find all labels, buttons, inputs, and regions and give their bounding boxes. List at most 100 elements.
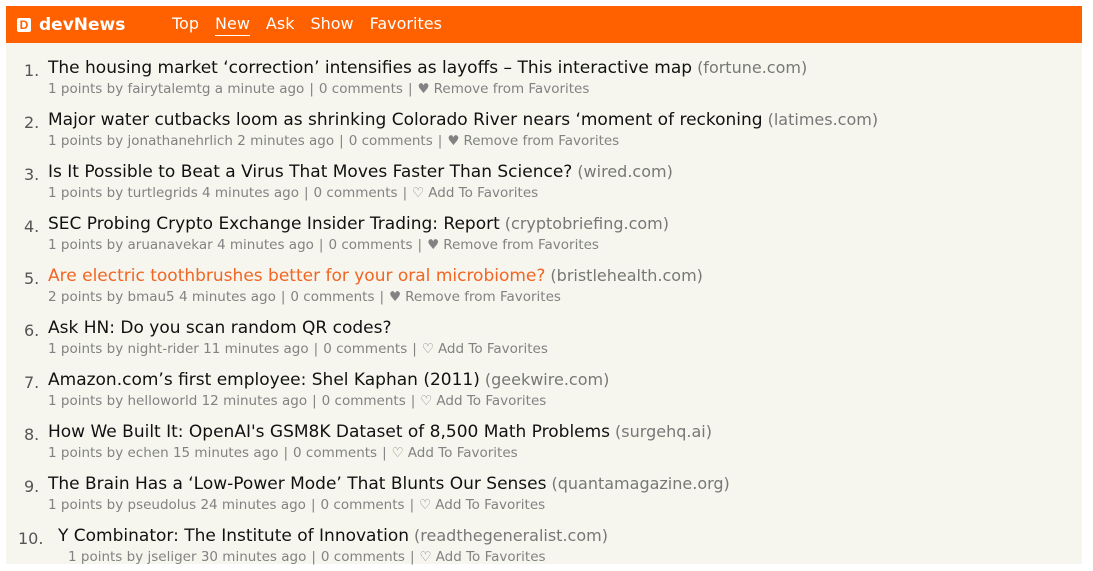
favorite-toggle[interactable]: ♡ Add To Favorites — [420, 549, 546, 565]
favorite-toggle[interactable]: ♥ Remove from Favorites — [418, 81, 590, 97]
nav-ask[interactable]: Ask — [266, 14, 295, 35]
favorite-toggle[interactable]: ♡ Add To Favorites — [419, 497, 545, 513]
nav-favorites[interactable]: Favorites — [370, 14, 442, 35]
devnews-logo-icon[interactable]: D — [17, 17, 31, 32]
meta-separator: | — [412, 341, 417, 357]
story-domain-link[interactable]: (latimes.com) — [768, 110, 878, 129]
story-comments-link[interactable]: 0 comments — [321, 549, 405, 565]
favorite-toggle[interactable]: ♡ Add To Favorites — [420, 393, 546, 409]
nav-show[interactable]: Show — [310, 14, 353, 35]
story-comments-link[interactable]: 0 comments — [322, 393, 406, 409]
nav-new[interactable]: New — [215, 14, 250, 36]
news-page: D devNews Top New Ask Show Favorites 1. T… — [6, 6, 1082, 565]
story-time-link[interactable]: 4 minutes ago — [217, 237, 314, 253]
favorite-toggle[interactable]: ♡ Add To Favorites — [422, 341, 548, 357]
story-user-link[interactable]: turtlegrids — [128, 185, 198, 201]
story-rank: 6. — [24, 321, 40, 340]
story-title-line: Amazon.com’s first employee: Shel Kaphan… — [48, 370, 609, 390]
story-comments-link[interactable]: 0 comments — [349, 133, 433, 149]
favorite-label: Add To Favorites — [435, 549, 546, 565]
story-comments-link[interactable]: 0 comments — [319, 81, 403, 97]
story-domain-link[interactable]: (quantamagazine.org) — [551, 474, 729, 493]
story-meta: 2 points by bmau5 4 minutes ago | 0 commen… — [48, 289, 561, 305]
story-user-link[interactable]: aruanavekar — [128, 237, 213, 253]
favorite-toggle[interactable]: ♥ Remove from Favorites — [427, 237, 599, 253]
story-meta: 1 points by helloworld 12 minutes ago | 0 … — [48, 393, 547, 409]
story-domain-link[interactable]: (surgehq.ai) — [615, 422, 712, 441]
story-user-link[interactable]: jseliger — [148, 549, 197, 565]
story-title-line: Is It Possible to Beat a Virus That Move… — [48, 162, 673, 182]
brand[interactable]: D devNews — [17, 15, 172, 35]
story-domain-link[interactable]: (fortune.com) — [697, 58, 807, 77]
story-time-link[interactable]: 2 minutes ago — [237, 133, 334, 149]
story-title-link[interactable]: The Brain Has a ‘Low-Power Mode’ That Bl… — [48, 474, 546, 494]
meta-separator: | — [407, 81, 413, 97]
favorite-toggle[interactable]: ♡ Add To Favorites — [392, 445, 518, 461]
brand-name[interactable]: devNews — [39, 15, 125, 35]
story-user-link[interactable]: jonathanehrlich — [128, 133, 233, 149]
story-comments-link[interactable]: 0 comments — [323, 341, 407, 357]
story-title-link[interactable]: Amazon.com’s first employee: Shel Kaphan… — [48, 370, 480, 390]
meta-separator: | — [437, 133, 443, 149]
favorite-toggle[interactable]: ♡ Add To Favorites — [412, 185, 538, 201]
story-title-link[interactable]: SEC Probing Crypto Exchange Insider Trad… — [48, 214, 500, 234]
story-title-link[interactable]: Major water cutbacks loom as shrinking C… — [48, 110, 763, 130]
story-title-link[interactable]: Is It Possible to Beat a Virus That Move… — [48, 162, 572, 182]
story-time-link[interactable]: a minute ago — [215, 81, 305, 97]
story-time-link[interactable]: 30 minutes ago — [201, 549, 307, 565]
story-title-link[interactable]: The housing market ‘correction’ intensif… — [48, 58, 692, 78]
meta-separator: | — [409, 497, 415, 513]
story-title-link[interactable]: Y Combinator: The Institute of Innovatio… — [58, 526, 409, 546]
story-time-link[interactable]: 4 minutes ago — [179, 289, 276, 305]
story-comments-link[interactable]: 0 comments — [290, 289, 374, 305]
story-title-line: Y Combinator: The Institute of Innovatio… — [58, 526, 608, 546]
story-user-link[interactable]: fairytalemtg — [128, 81, 211, 97]
story-rank: 4. — [24, 217, 40, 236]
story-title-link[interactable]: How We Built It: OpenAI's GSM8K Dataset … — [48, 422, 610, 442]
nav-top[interactable]: Top — [172, 14, 199, 35]
story-points: 1 points — [48, 341, 103, 357]
story-domain-link[interactable]: (geekwire.com) — [485, 370, 609, 389]
favorite-toggle[interactable]: ♥ Remove from Favorites — [447, 133, 619, 149]
story-comments-link[interactable]: 0 comments — [314, 185, 398, 201]
story-meta: 1 points by jonathanehrlich 2 minutes ag… — [48, 133, 620, 149]
story-time-link[interactable]: 15 minutes ago — [173, 445, 279, 461]
meta-separator: | — [409, 549, 415, 565]
story-meta: 1 points by night-rider 11 minutes ago | 0… — [48, 341, 548, 357]
story-title-link[interactable]: Are electric toothbrushes better for you… — [48, 266, 545, 286]
story-time-link[interactable]: 4 minutes ago — [202, 185, 299, 201]
heart-outline-icon: ♡ — [412, 185, 425, 201]
story-time-link[interactable]: 12 minutes ago — [202, 393, 308, 409]
story-points: 1 points — [48, 237, 103, 253]
story-row: 9. The Brain Has a ‘Low-Power Mode’ That … — [6, 467, 1082, 519]
story-comments-link[interactable]: 0 comments — [321, 497, 405, 513]
story-points: 1 points — [48, 185, 103, 201]
story-domain-link[interactable]: (wired.com) — [577, 162, 673, 181]
story-domain-link[interactable]: (readthegeneralist.com) — [414, 526, 608, 545]
story-points: 1 points — [48, 133, 103, 149]
meta-separator: | — [410, 393, 416, 409]
story-rank: 7. — [24, 373, 40, 392]
story-time-link[interactable]: 11 minutes ago — [203, 341, 309, 357]
meta-separator: | — [402, 185, 408, 201]
story-time-link[interactable]: 24 minutes ago — [200, 497, 306, 513]
story-comments-link[interactable]: 0 comments — [293, 445, 377, 461]
story-domain-link[interactable]: (bristlehealth.com) — [550, 266, 702, 285]
story-meta: 1 points by turtlegrids 4 minutes ago | 0 … — [48, 185, 539, 201]
story-row: 8. How We Built It: OpenAI's GSM8K Datase… — [6, 415, 1082, 467]
story-points: 1 points — [48, 445, 103, 461]
story-rank: 9. — [24, 477, 40, 496]
story-user-link[interactable]: echen — [128, 445, 169, 461]
favorite-label: Remove from Favorites — [443, 237, 599, 253]
story-domain-link[interactable]: (cryptobriefing.com) — [505, 214, 669, 233]
logo-letter: D — [20, 18, 29, 32]
story-title-line: Are electric toothbrushes better for you… — [48, 266, 703, 286]
meta-separator: | — [311, 549, 316, 565]
story-title-link[interactable]: Ask HN: Do you scan random QR codes? — [48, 318, 392, 338]
story-user-link[interactable]: pseudolus — [128, 497, 197, 513]
story-user-link[interactable]: bmau5 — [128, 289, 175, 305]
story-user-link[interactable]: night-rider — [128, 341, 199, 357]
story-user-link[interactable]: helloworld — [128, 393, 198, 409]
favorite-toggle[interactable]: ♥ Remove from Favorites — [389, 289, 561, 305]
story-comments-link[interactable]: 0 comments — [328, 237, 412, 253]
